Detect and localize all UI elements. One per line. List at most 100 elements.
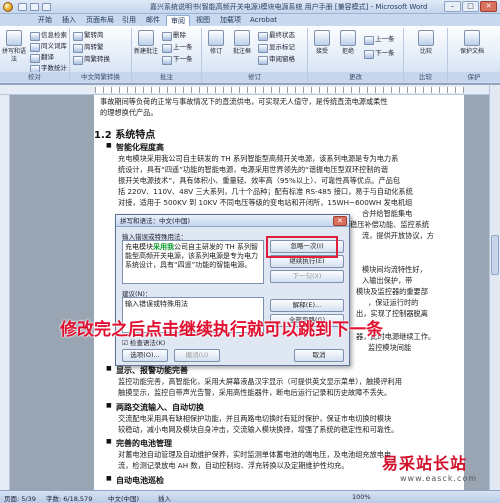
minimize-button[interactable]: – (444, 1, 461, 12)
doc-line: 振开关电源技术”，具有体积小、重量轻、效率高（95%以上）、可靠性高等优点。产品… (118, 176, 401, 185)
group-changes: 接受 拒绝 上一条 下一条 更改 (308, 28, 404, 82)
tab-references[interactable]: 引用 (118, 15, 140, 26)
doc-line: 模块及监控器的重要部 (356, 287, 428, 296)
accept-icon (314, 30, 330, 46)
status-bar: 页面: 5/39 字数: 6/18,579 中文(中国) 插入 100% (0, 490, 500, 503)
thesaurus-button[interactable]: 同义词库 (30, 41, 67, 52)
group-label-chinese: 中文简繁转换 (70, 72, 131, 82)
doc-line: 交流配电采用具有缺相保护功能，并且两路电切换时有延时保护，保证市电切换时模块 (118, 414, 392, 423)
doc-line: 模块间均流特性好， (362, 265, 427, 274)
doc-line: ，保证运行时的 (368, 298, 419, 307)
sentence-editor[interactable]: 充电模块采用我公司自主研发的 TH 系列智能型高频开关电源，该系列电源是专为电力… (122, 240, 264, 284)
next-comment-button[interactable]: 下一条 (162, 54, 193, 65)
tab-insert[interactable]: 插入 (58, 15, 80, 26)
undo-icon[interactable] (30, 3, 39, 11)
final-state-dropdown[interactable]: 最终状态 (258, 30, 295, 41)
balloons-icon (234, 30, 250, 46)
traditional-to-simplified-button[interactable]: 繁转简 (73, 30, 104, 41)
tab-addins[interactable]: 加载项 (216, 15, 245, 26)
doc-line: 充电模块采用我公司自主研发的 TH 系列智能型高频开关电源，该系列电源是专为电力… (118, 154, 399, 163)
page-indicator[interactable]: 页面: 5/39 (4, 493, 36, 503)
doc-line: 流，提供开放协议，方 (362, 231, 434, 240)
language-indicator[interactable]: 中文(中国) (108, 493, 139, 503)
next-change-button[interactable]: 下一条 (364, 48, 395, 59)
lock-icon (464, 30, 480, 46)
insert-mode[interactable]: 插入 (158, 493, 171, 503)
vertical-scrollbar[interactable] (489, 85, 500, 490)
redo-icon[interactable] (42, 3, 51, 11)
tab-home[interactable]: 开始 (34, 15, 56, 26)
tab-page-layout[interactable]: 页面布局 (82, 15, 118, 26)
tab-review[interactable]: 审阅 (166, 15, 190, 26)
cancel-button[interactable]: 取消 (294, 349, 344, 362)
instruction-annotation: 修改完之后点击继续执行就可以跳到下一条 (60, 320, 383, 340)
office-button-icon[interactable] (3, 2, 13, 12)
subheading: 显示、报警功能完善 (106, 365, 188, 376)
prev-comment-button[interactable]: 上一条 (162, 42, 193, 53)
horizontal-ruler[interactable] (0, 85, 500, 95)
doc-line: 较稳动，减小电网及模块自身冲击，交流输入模块换择，增强了系统的稳定性和可靠性。 (118, 425, 399, 434)
zoom-level[interactable]: 100% (352, 493, 371, 501)
section-heading: 1.2 系统特点 (94, 130, 156, 141)
subheading: 自动电池巡检 (106, 475, 164, 486)
simplified-to-traditional-button[interactable]: 简转繁 (73, 42, 104, 53)
track-changes-button[interactable]: 修订 (204, 30, 228, 56)
translate-button[interactable]: 翻译 (30, 52, 54, 63)
show-markup-dropdown[interactable]: 显示标记 (258, 42, 295, 53)
delete-comment-button[interactable]: 删除 (162, 30, 186, 41)
doc-line: 对蓄电池自动管理及自动维护保养，实时监测单体蓄电池的端电压，及电池组充放电电 (118, 450, 392, 459)
group-chinese-conversion: 繁转简 简转繁 简繁转换 中文简繁转换 (70, 28, 132, 82)
group-tracking: 修订 批注框 最终状态 显示标记 审阅窗格 修订 (202, 28, 308, 82)
doc-line: 流，检测记录放电 AH 数，自动控制均、浮充转换以及定期维护性均充。 (118, 461, 349, 470)
group-proofing: 拼写和语法 信息检索 同义词库 翻译 字数统计 校对 (0, 28, 70, 82)
spelling-button[interactable]: 拼写和语法 (2, 30, 26, 64)
doc-line: 合并给智能集电 (362, 209, 413, 218)
compare-button[interactable]: 比较 (414, 30, 438, 56)
doc-line: 稳压补偿功能、监控系统 (350, 220, 430, 229)
vertical-ruler[interactable] (0, 95, 10, 490)
group-label-proofing: 校对 (0, 72, 69, 82)
protect-button[interactable]: 保护文档 (460, 30, 484, 56)
maximize-button[interactable]: □ (462, 1, 479, 12)
doc-line: 监控模块间能 (368, 343, 412, 352)
options-button[interactable]: 选项(O)... (122, 349, 168, 362)
prev-change-button[interactable]: 上一条 (364, 34, 395, 45)
review-pane-dropdown[interactable]: 审阅窗格 (258, 54, 295, 65)
accept-button[interactable]: 接受 (310, 30, 334, 56)
new-comment-button[interactable]: 新建批注 (134, 30, 158, 56)
highlight-box (266, 236, 338, 258)
group-label-protect: 保护 (448, 72, 500, 82)
undo-button[interactable]: 撤消(U) (174, 349, 220, 362)
group-label-comments: 批注 (132, 72, 201, 82)
scroll-thumb[interactable] (491, 235, 499, 275)
next-sentence-button[interactable]: 下一句(X) (270, 270, 344, 283)
ribbon-tabs: 开始 插入 页面布局 引用 邮件 审阅 视图 加载项 Acrobat (0, 14, 500, 26)
tab-mailings[interactable]: 邮件 (142, 15, 164, 26)
save-icon[interactable] (18, 3, 27, 11)
tab-acrobat[interactable]: Acrobat (246, 15, 281, 26)
spelling-icon (6, 30, 22, 46)
group-compare: 比较 比较 (404, 28, 448, 82)
subheading: 完善的电池管理 (106, 438, 172, 449)
group-label-changes: 更改 (308, 72, 403, 82)
doc-line: 入输出保护，带 (362, 276, 413, 285)
doc-line: 统设计，具有“四遥”功能的智能电源，电源采用世界领先的“谐振电压型双环控制的谐 (118, 165, 388, 174)
reject-button[interactable]: 拒绝 (336, 30, 360, 56)
close-button[interactable]: ✕ (480, 1, 497, 12)
convert-button[interactable]: 简繁转换 (73, 54, 110, 65)
word-count[interactable]: 字数: 6/18,579 (46, 493, 92, 503)
group-label-tracking: 修订 (202, 72, 307, 82)
title-bar: 嘉兴系统说明书(智能高频开关电源)模块电源系统 用户手册 [兼容模式] - Mi… (0, 0, 500, 14)
reject-icon (340, 30, 356, 46)
group-comments: 新建批注 删除 上一条 下一条 批注 (132, 28, 202, 82)
tab-view[interactable]: 视图 (192, 15, 214, 26)
doc-line: 触摸显示，监控自带声光告警，采用高性能器件，断电后运行记录和历史故障不丢失。 (118, 388, 392, 397)
balloons-button[interactable]: 批注框 (230, 30, 254, 56)
flagged-word: 采用我 (153, 243, 174, 251)
research-button[interactable]: 信息检索 (30, 30, 67, 41)
dialog-close-button[interactable]: ✕ (333, 216, 347, 226)
doc-line: 的理想换代产品。 (100, 108, 158, 117)
group-protect: 保护文档 保护 (448, 28, 500, 82)
dialog-title: 拼写和语法：中文(中国) (116, 215, 349, 227)
explain-button[interactable]: 解释(E)... (270, 299, 344, 312)
